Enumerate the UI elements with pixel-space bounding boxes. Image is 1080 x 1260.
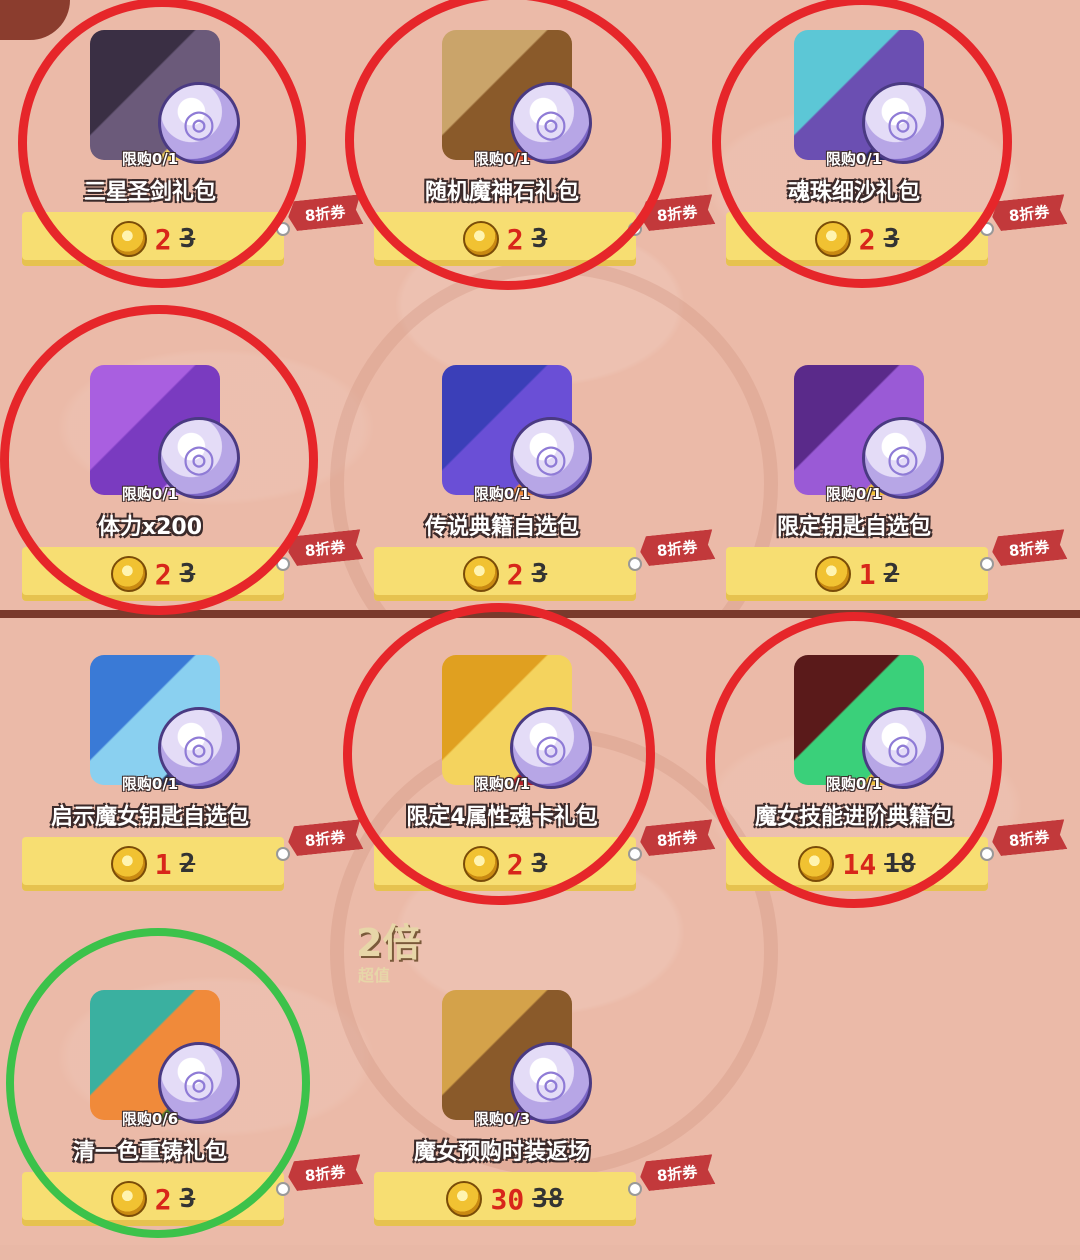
- purchase-limit: 限购0/1: [825, 485, 883, 503]
- purchase-limit: 限购0/6: [121, 1110, 179, 1128]
- buy-button[interactable]: 2 3: [374, 212, 636, 266]
- shop-item[interactable]: ◎ 限购0/1 传说典籍自选包 2 3 8折券: [352, 335, 692, 635]
- item-name: 魂珠细沙礼包: [787, 180, 920, 205]
- item-name: 限定钥匙自选包: [776, 515, 931, 540]
- original-price: 3: [179, 224, 196, 254]
- buy-button[interactable]: 2 3: [726, 212, 988, 266]
- purchase-limit: 限购0/1: [825, 150, 883, 168]
- gold-coin-icon: [462, 221, 499, 257]
- original-price: 2: [883, 559, 900, 589]
- ticket-pin-icon: [276, 222, 290, 236]
- sale-price: 1: [154, 847, 172, 881]
- item-name: 三星圣剑礼包: [83, 180, 216, 205]
- item-name: 清一色重铸礼包: [72, 1140, 227, 1165]
- item-name: 传说典籍自选包: [424, 515, 579, 540]
- ticket-pin-icon: [276, 847, 290, 861]
- gold-coin-icon: [462, 846, 499, 882]
- ticket-pin-icon: [628, 222, 642, 236]
- double-value-badge-sub: 超值: [358, 966, 391, 985]
- gold-coin-icon: [462, 556, 499, 592]
- buy-button[interactable]: 14 18: [726, 837, 988, 891]
- sale-price: 2: [506, 222, 524, 256]
- shop-item[interactable]: ◎ 限购0/1 限定钥匙自选包 1 2 8折券: [704, 335, 1044, 635]
- original-price: 3: [179, 559, 196, 589]
- item-name: 体力x200: [97, 515, 203, 540]
- ticket-pin-icon: [276, 557, 290, 571]
- gold-coin-icon: [798, 846, 835, 882]
- ticket-pin-icon: [276, 1182, 290, 1196]
- purchase-limit: 限购0/1: [473, 485, 531, 503]
- gold-coin-icon: [814, 556, 851, 592]
- gold-coin-icon: [110, 556, 147, 592]
- sale-price: 2: [506, 557, 524, 591]
- item-name: 启示魔女钥匙自选包: [50, 805, 249, 830]
- sale-price: 2: [858, 222, 876, 256]
- sale-price: 14: [842, 847, 877, 881]
- item-name: 魔女技能进阶典籍包: [754, 805, 953, 830]
- ticket-pin-icon: [628, 1182, 642, 1196]
- buy-button[interactable]: 30 38: [374, 1172, 636, 1226]
- original-price: 18: [884, 849, 916, 879]
- sale-price: 30: [490, 1182, 525, 1216]
- sale-price: 1: [858, 557, 876, 591]
- gold-coin-icon: [446, 1181, 483, 1217]
- shop-item[interactable]: ◎ 限购0/3 魔女预购时装返场 30 38 8折券: [352, 960, 692, 1260]
- buy-button[interactable]: 2 3: [22, 547, 284, 601]
- buy-button[interactable]: 2 3: [374, 837, 636, 891]
- shop-item[interactable]: ◎ 限购0/1 三星圣剑礼包 2 3 8折券: [0, 0, 340, 300]
- item-name: 限定4属性魂卡礼包: [406, 805, 598, 830]
- buy-button[interactable]: 1 2: [726, 547, 988, 601]
- purchase-limit: 限购0/1: [121, 775, 179, 793]
- ticket-pin-icon: [980, 557, 994, 571]
- double-value-badge: 2倍: [356, 921, 421, 965]
- purchase-limit: 限购0/1: [473, 775, 531, 793]
- ticket-pin-icon: [628, 847, 642, 861]
- purchase-limit: 限购0/3: [473, 1110, 531, 1128]
- original-price: 3: [531, 849, 548, 879]
- gold-coin-icon: [814, 221, 851, 257]
- ticket-pin-icon: [980, 847, 994, 861]
- sale-price: 2: [154, 557, 172, 591]
- shop-item[interactable]: ◎ 限购0/1 随机魔神石礼包 2 3 8折券: [352, 0, 692, 300]
- shop-item[interactable]: ◎ 限购0/1 启示魔女钥匙自选包 1 2 8折券: [0, 625, 340, 925]
- ticket-pin-icon: [980, 222, 994, 236]
- ticket-pin-icon: [628, 557, 642, 571]
- sale-price: 2: [506, 847, 524, 881]
- purchase-limit: 限购0/1: [825, 775, 883, 793]
- buy-button[interactable]: 2 3: [22, 212, 284, 266]
- shop-item[interactable]: ◎ 限购0/6 清一色重铸礼包 2 3 8折券: [0, 960, 340, 1260]
- purchase-limit: 限购0/1: [121, 485, 179, 503]
- shop-item[interactable]: ◎ 限购0/1 体力x200 2 3 8折券: [0, 335, 340, 635]
- sale-price: 2: [154, 222, 172, 256]
- shop-item[interactable]: ◎ 限购0/1 魂珠细沙礼包 2 3 8折券: [704, 0, 1044, 300]
- buy-button[interactable]: 1 2: [22, 837, 284, 891]
- sale-price: 2: [154, 1182, 172, 1216]
- original-price: 3: [179, 1184, 196, 1214]
- purchase-limit: 限购0/1: [121, 150, 179, 168]
- gold-coin-icon: [110, 221, 147, 257]
- buy-button[interactable]: 2 3: [374, 547, 636, 601]
- original-price: 3: [883, 224, 900, 254]
- purchase-limit: 限购0/1: [473, 150, 531, 168]
- original-price: 3: [531, 224, 548, 254]
- shop-item[interactable]: ◎ 限购0/1 限定4属性魂卡礼包 2 3 8折券: [352, 625, 692, 925]
- original-price: 3: [531, 559, 548, 589]
- item-name: 魔女预购时装返场: [413, 1140, 590, 1165]
- original-price: 38: [532, 1184, 564, 1214]
- gold-coin-icon: [110, 846, 147, 882]
- gold-coin-icon: [110, 1181, 147, 1217]
- buy-button[interactable]: 2 3: [22, 1172, 284, 1226]
- item-name: 随机魔神石礼包: [424, 180, 579, 205]
- original-price: 2: [179, 849, 196, 879]
- shop-item[interactable]: ◎ 限购0/1 魔女技能进阶典籍包 14 18 8折券: [704, 625, 1044, 925]
